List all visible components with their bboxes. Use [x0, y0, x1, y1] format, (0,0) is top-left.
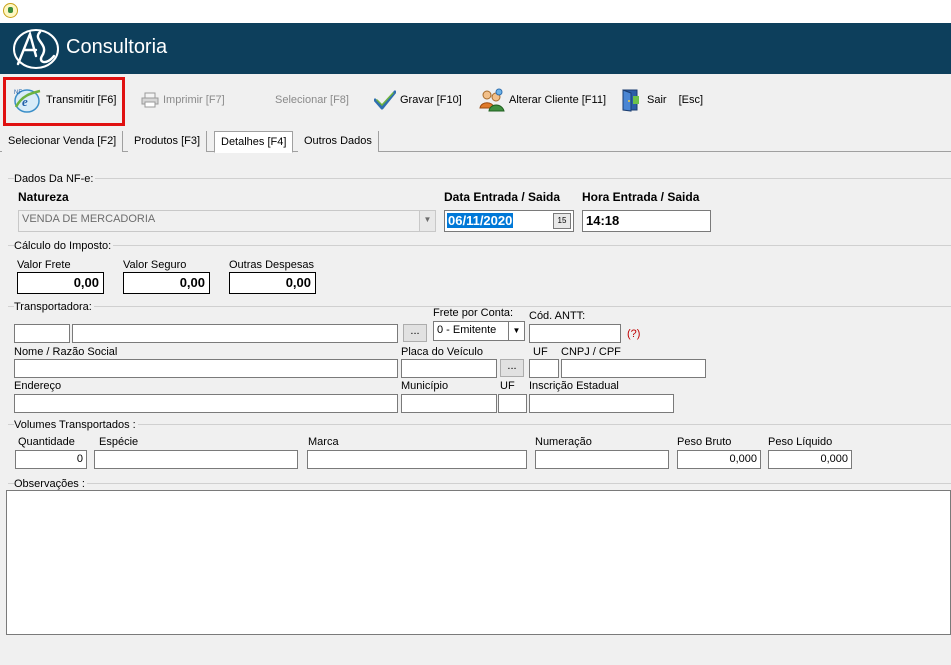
valor-frete-label: Valor Frete	[17, 259, 71, 271]
transportadora-search-button[interactable]: ...	[403, 324, 427, 342]
uf-field[interactable]	[529, 359, 559, 378]
cod-antt-label: Cód. ANTT:	[529, 310, 586, 322]
checkmark-icon	[374, 90, 396, 110]
toolbar: e NF Transmitir [F6] Imprimir [F7] Selec…	[0, 74, 951, 128]
sair-label: Sair	[647, 94, 667, 106]
users-icon	[479, 88, 505, 112]
especie-field[interactable]	[94, 450, 298, 469]
quantidade-label: Quantidade	[18, 436, 75, 448]
peso-bruto-label: Peso Bruto	[677, 436, 732, 448]
quantidade-field[interactable]: 0	[15, 450, 87, 469]
peso-bruto-field[interactable]: 0,000	[677, 450, 761, 469]
imprimir-label: Imprimir [F7]	[163, 94, 225, 106]
gravar-label: Gravar [F10]	[400, 94, 462, 106]
tab-bar: Selecionar Venda [F2] Produtos [F3] Deta…	[0, 130, 951, 153]
tab-detalhes[interactable]: Detalhes [F4]	[214, 131, 294, 153]
outras-despesas-label: Outras Despesas	[229, 259, 314, 271]
gravar-button[interactable]: Gravar [F10]	[374, 78, 462, 122]
alterar-cliente-button[interactable]: Alterar Cliente [F11]	[479, 78, 606, 122]
data-entrada-field[interactable]: 06/11/2020 15	[444, 210, 574, 232]
numeracao-label: Numeração	[535, 436, 592, 448]
volumes-group	[8, 424, 951, 425]
data-entrada-value: 06/11/2020	[447, 213, 514, 228]
inscricao-estadual-field[interactable]	[529, 394, 674, 413]
nome-razao-label: Nome / Razão Social	[14, 346, 118, 358]
placa-veiculo-label: Placa do Veículo	[401, 346, 483, 358]
hora-entrada-label: Hora Entrada / Saida	[582, 190, 700, 204]
cod-antt-field[interactable]	[529, 324, 621, 343]
placa-search-button[interactable]: ...	[500, 359, 524, 377]
imprimir-button[interactable]: Imprimir [F7]	[141, 78, 225, 122]
transportadora-code-field[interactable]	[14, 324, 70, 343]
alterar-cliente-label: Alterar Cliente [F11]	[509, 94, 607, 106]
calendar-icon[interactable]: 15	[553, 213, 571, 229]
tab-outros-dados[interactable]: Outros Dados	[298, 131, 379, 152]
nfe-group-label: Dados Da NF-e:	[14, 173, 96, 185]
cnpj-cpf-field[interactable]	[561, 359, 706, 378]
peso-liquido-label: Peso Líquido	[768, 436, 833, 448]
outras-despesas-field[interactable]: 0,00	[229, 272, 316, 294]
transportadora-group-label: Transportadora:	[14, 301, 94, 313]
cnpj-cpf-label: CNPJ / CPF	[561, 346, 621, 358]
tab-selecionar-venda[interactable]: Selecionar Venda [F2]	[2, 131, 124, 152]
observacoes-group	[8, 483, 951, 484]
municipio-label: Município	[401, 380, 449, 392]
app-icon	[3, 3, 18, 18]
uf2-label: UF	[500, 380, 515, 392]
transmitir-highlight	[3, 77, 125, 126]
brand-name: Consultoria	[66, 36, 168, 58]
selecionar-label: Selecionar [F8]	[275, 94, 349, 106]
numeracao-field[interactable]	[535, 450, 669, 469]
tab-produtos[interactable]: Produtos [F3]	[128, 131, 208, 152]
antt-help-link[interactable]: (?)	[627, 328, 640, 340]
placa-veiculo-field[interactable]	[401, 359, 497, 378]
printer-icon	[141, 92, 159, 108]
frete-conta-label: Frete por Conta:	[433, 307, 514, 319]
valor-seguro-label: Valor Seguro	[123, 259, 187, 271]
uf2-field[interactable]	[498, 394, 527, 413]
sair-button[interactable]: Sair [Esc]	[621, 78, 703, 122]
exit-door-icon	[622, 89, 639, 112]
volumes-group-label: Volumes Transportados :	[14, 419, 138, 431]
valor-frete-field[interactable]: 0,00	[17, 272, 104, 294]
selecionar-button[interactable]: Selecionar [F8]	[275, 78, 349, 122]
hora-entrada-field[interactable]: 14:18	[582, 210, 711, 232]
natureza-select[interactable]: VENDA DE MERCADORIA ▼	[18, 210, 436, 232]
imposto-group-label: Cálculo do Imposto:	[14, 240, 114, 252]
endereco-field[interactable]	[14, 394, 398, 413]
title-bar	[0, 0, 951, 23]
observacoes-group-label: Observações :	[14, 478, 87, 490]
especie-label: Espécie	[99, 436, 139, 448]
header-banner: Consultoria	[0, 23, 951, 74]
uf-label: UF	[533, 346, 548, 358]
nfe-group	[8, 178, 951, 179]
endereco-label: Endereço	[14, 380, 62, 392]
inscricao-estadual-label: Inscrição Estadual	[529, 380, 619, 392]
frete-conta-select[interactable]: 0 - Emitente ▼	[433, 321, 525, 341]
logo-icon	[13, 29, 59, 69]
municipio-field[interactable]	[401, 394, 497, 413]
data-entrada-label: Data Entrada / Saida	[444, 190, 561, 204]
marca-label: Marca	[308, 436, 339, 448]
imposto-group	[8, 245, 951, 246]
sair-shortcut: [Esc]	[678, 94, 704, 106]
chevron-down-icon[interactable]: ▼	[419, 211, 435, 231]
peso-liquido-field[interactable]: 0,000	[768, 450, 852, 469]
nome-razao-field[interactable]	[14, 359, 398, 378]
natureza-label: Natureza	[18, 190, 69, 204]
detalhes-panel: Dados Da NF-e: Natureza VENDA DE MERCADO…	[4, 158, 951, 665]
marca-field[interactable]	[307, 450, 527, 469]
frete-conta-value: 0 - Emitente	[437, 324, 497, 336]
chevron-down-icon[interactable]: ▼	[508, 322, 524, 340]
transportadora-name-field[interactable]	[72, 324, 398, 343]
valor-seguro-field[interactable]: 0,00	[123, 272, 210, 294]
natureza-value: VENDA DE MERCADORIA	[22, 213, 156, 225]
observacoes-textarea[interactable]	[6, 490, 951, 635]
